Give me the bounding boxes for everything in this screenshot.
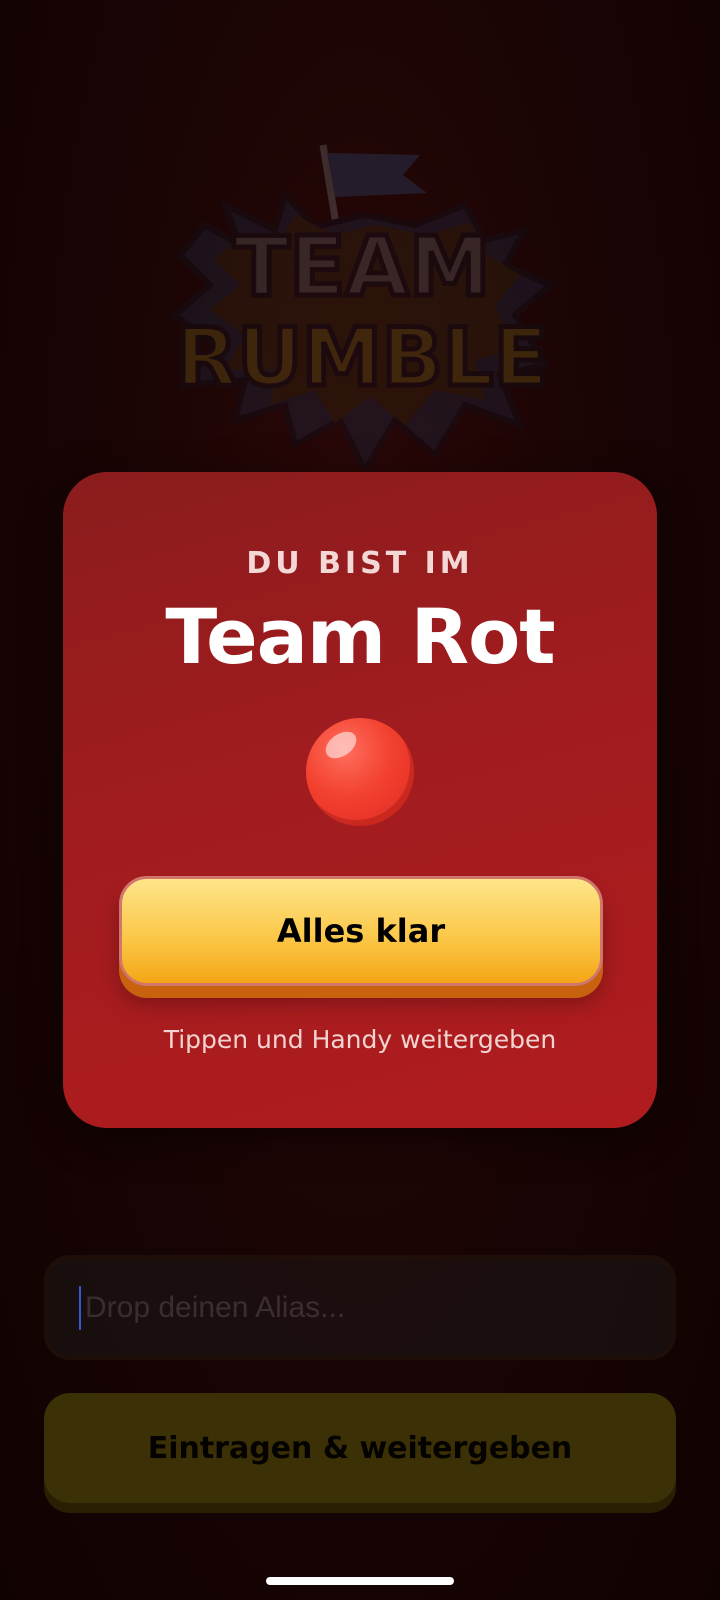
team-color-ball-icon xyxy=(306,718,414,826)
home-indicator[interactable] xyxy=(266,1577,454,1585)
team-rumble-logo: TEAM RUMBLE xyxy=(165,135,560,470)
alias-input[interactable] xyxy=(44,1255,676,1360)
logo-line1: TEAM xyxy=(233,220,490,315)
submit-and-pass-button[interactable]: Eintragen & weitergeben xyxy=(44,1393,676,1503)
pass-phone-hint: Tippen und Handy weitergeben xyxy=(163,1025,557,1054)
team-assignment-card: DU BIST IM Team Rot Alles klar Tippen un… xyxy=(63,472,657,1128)
team-name-title: Team Rot xyxy=(165,592,555,681)
alles-klar-button[interactable]: Alles klar xyxy=(119,876,603,986)
card-subtitle: DU BIST IM xyxy=(246,546,474,581)
ball-shine xyxy=(320,726,362,764)
text-caret xyxy=(79,1286,81,1330)
logo-line2: RUMBLE xyxy=(176,311,549,404)
